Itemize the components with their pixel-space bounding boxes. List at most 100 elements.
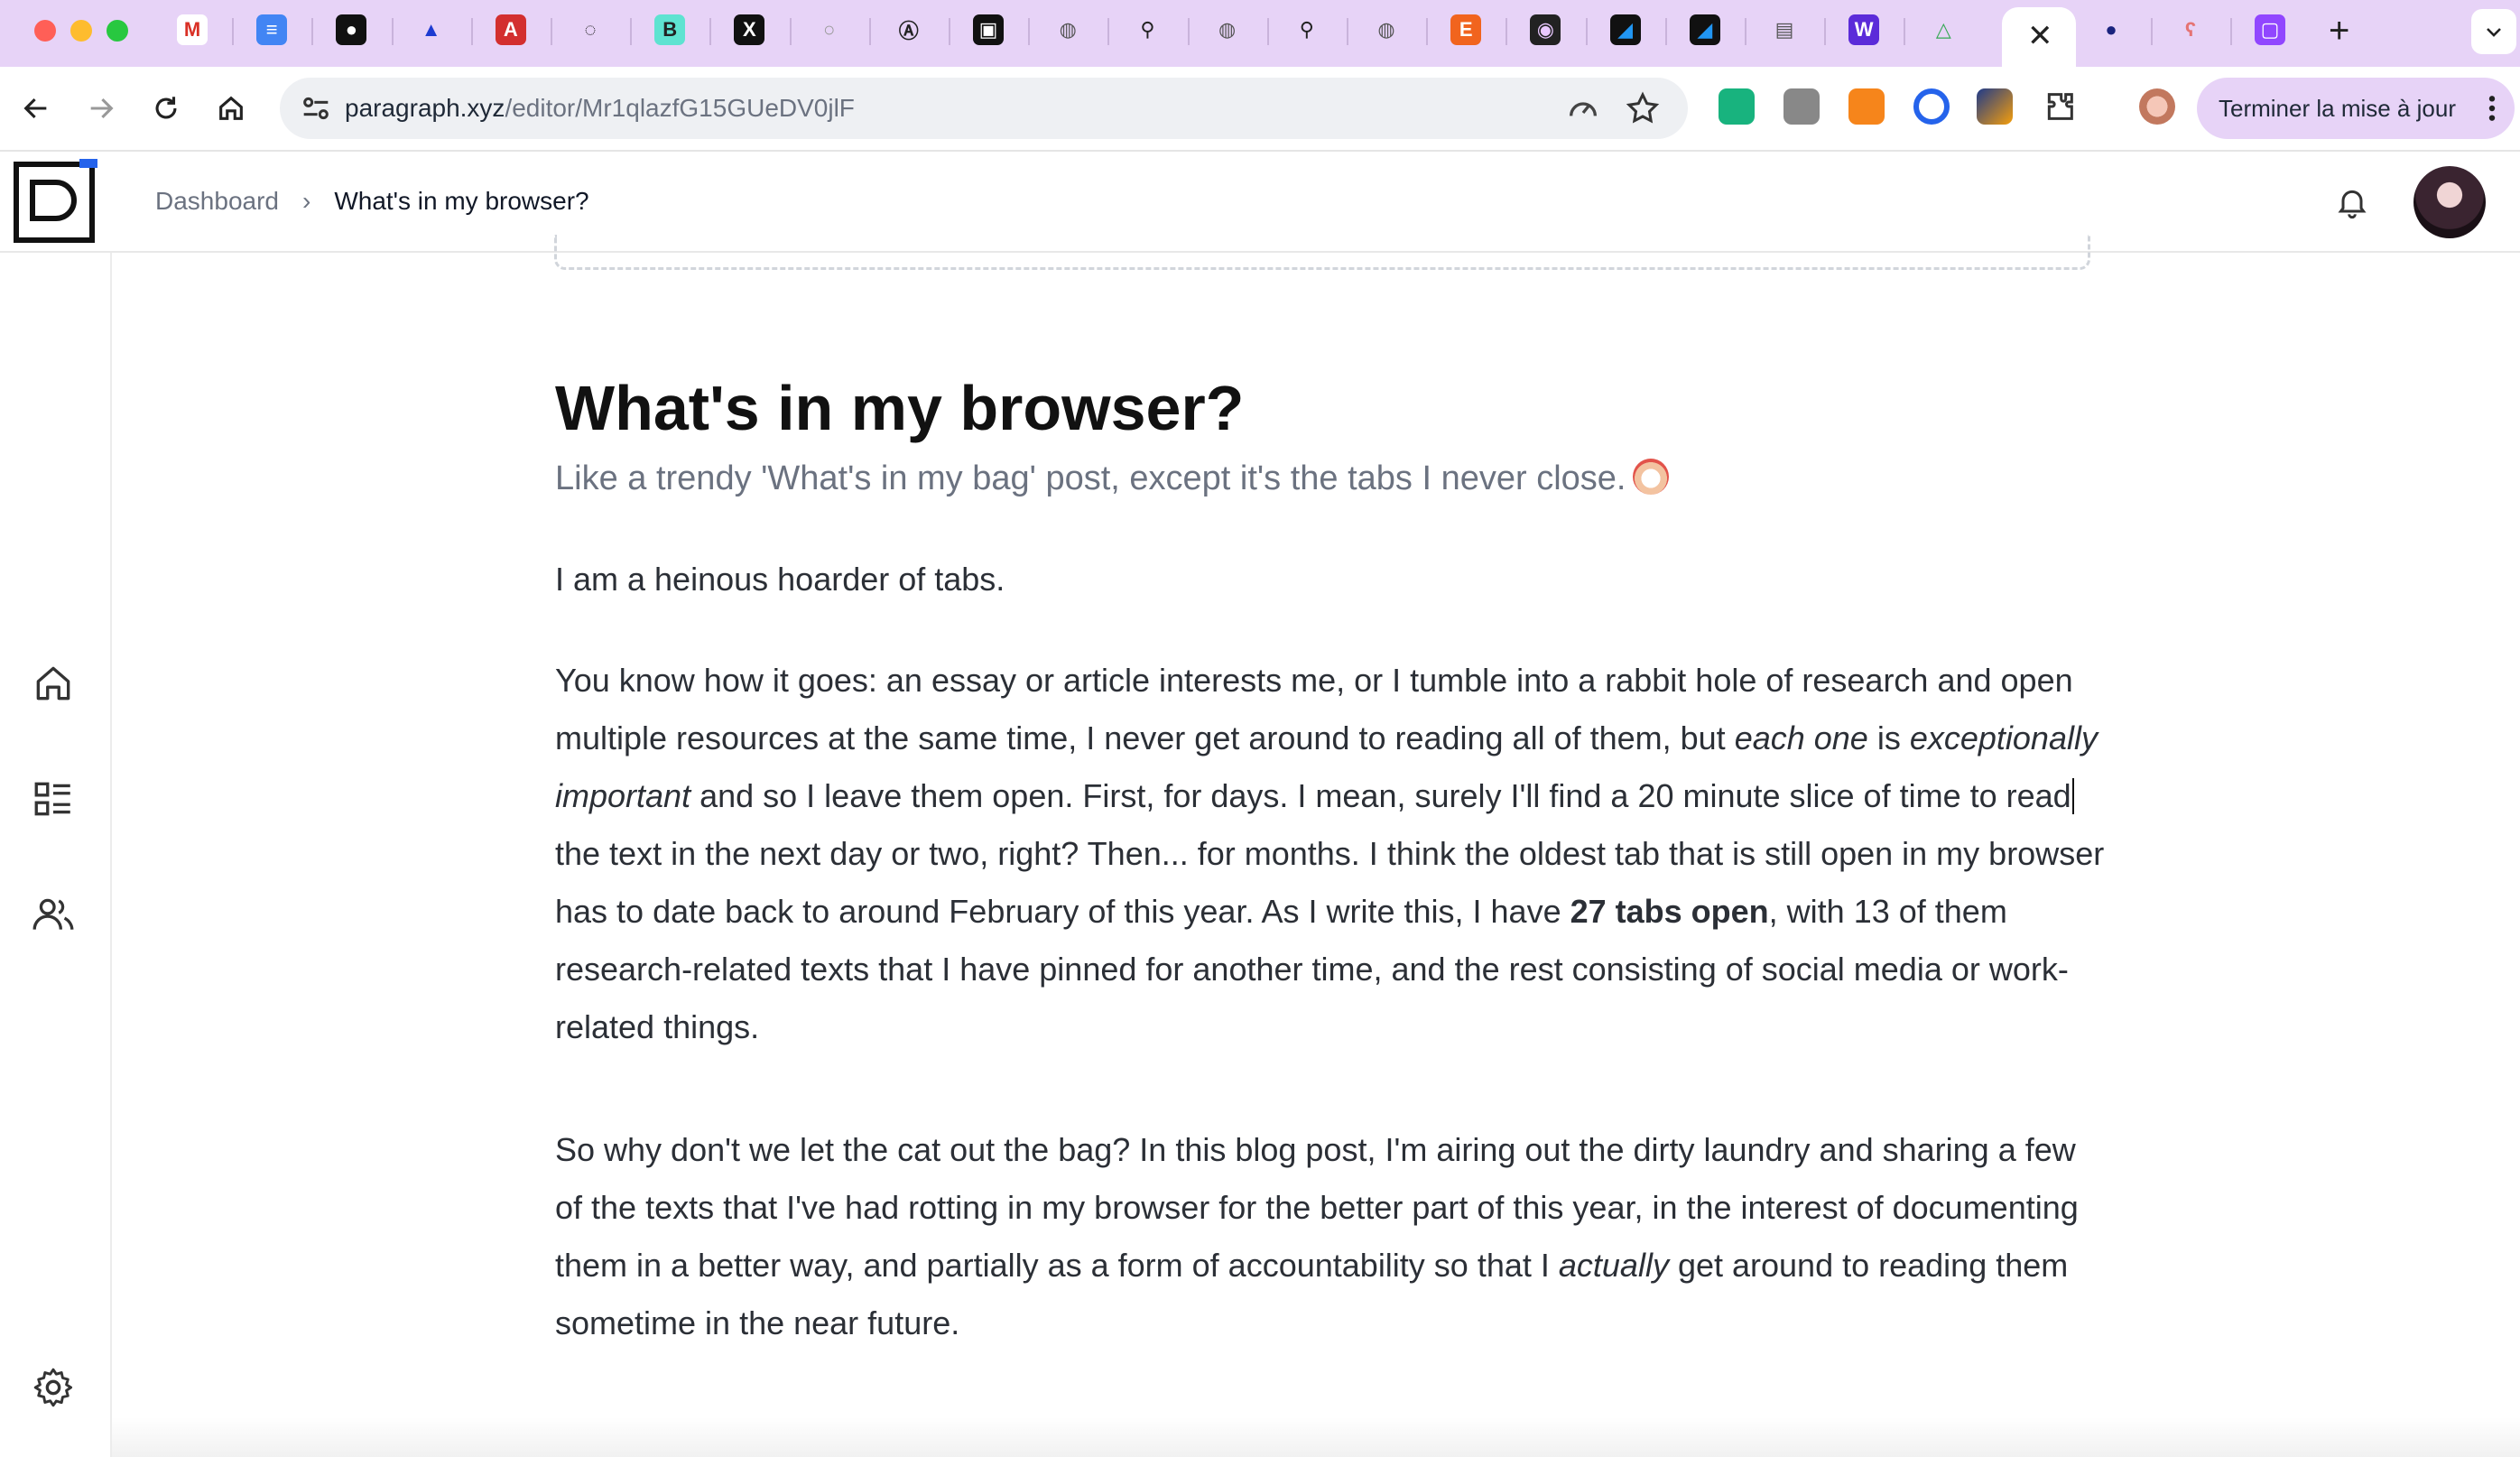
ear-app-icon[interactable]: ʕ xyxy=(2175,14,2206,45)
google-drive-icon[interactable]: △ xyxy=(1928,14,1959,45)
arrow-right-icon xyxy=(90,97,114,119)
x-twitter-icon[interactable]: X xyxy=(734,14,765,45)
profile-avatar-icon[interactable] xyxy=(2139,88,2175,125)
post-title[interactable]: What's in my browser? xyxy=(555,370,1244,446)
google-docs-icon[interactable]: ≡ xyxy=(256,14,288,45)
home-icon[interactable] xyxy=(31,661,76,706)
globe-icon[interactable]: ◍ xyxy=(1052,14,1084,45)
paragraph-2[interactable]: You know how it goes: an essay or articl… xyxy=(555,652,2108,1056)
p3-emphasis-actually: actually xyxy=(1558,1247,1669,1284)
maximize-window-button[interactable] xyxy=(107,20,128,42)
bottom-shadow xyxy=(112,1417,2520,1457)
substack-icon[interactable]: ● xyxy=(336,14,367,45)
finish-update-label: Terminer la mise à jour xyxy=(2219,94,2456,122)
tab-divider xyxy=(709,18,712,45)
tab-divider xyxy=(1744,18,1746,45)
paragraph-1[interactable]: I am a heinous hoarder of tabs. xyxy=(555,551,2108,608)
home-button[interactable] xyxy=(209,87,253,130)
zora-blue-icon[interactable]: ◢ xyxy=(1609,14,1641,45)
tab-divider xyxy=(391,18,394,45)
link-tool-icon[interactable]: ⚲ xyxy=(1132,14,1163,45)
settings-gear-icon[interactable] xyxy=(31,1365,76,1410)
tab-divider xyxy=(1187,18,1190,45)
url-host: paragraph.xyz xyxy=(345,94,505,122)
bookmark-star-icon[interactable] xyxy=(1625,90,1661,126)
p2-emphasis-each-one: each one xyxy=(1734,719,1868,756)
paragraph-logo-icon[interactable] xyxy=(11,159,97,246)
metamask-extension-icon[interactable] xyxy=(1848,88,1885,125)
tab-divider xyxy=(1585,18,1588,45)
p2-bold-tabs-open: 27 tabs open xyxy=(1570,893,1769,930)
user-avatar[interactable] xyxy=(2413,166,2486,238)
more-vertical-icon xyxy=(2488,96,2496,121)
breadcrumb-current-page: What's in my browser? xyxy=(334,187,589,215)
cover-image-dropzone[interactable] xyxy=(554,235,2090,270)
puzzle-app-extension-icon[interactable] xyxy=(1783,88,1820,125)
tab-divider xyxy=(2151,18,2153,45)
globe-icon[interactable]: ◍ xyxy=(1371,14,1402,45)
paragraph-3[interactable]: So why don't we let the cat out the bag?… xyxy=(555,1121,2108,1352)
breadcrumb-dashboard-link[interactable]: Dashboard xyxy=(155,187,279,215)
tab-divider xyxy=(1346,18,1348,45)
post-editor[interactable]: What's in my browser? Like a trendy 'Wha… xyxy=(112,235,2520,1457)
browser-tab-strip: M ≡ ● ▲ A ◌ B X ○ Ⓐ ▣ ◍ ⚲ ◍ ⚲ ◍ E ◉ ◢ ◢ ▤ W △ ✕ ● ʕ ▢ + xyxy=(0,0,2520,67)
w-app-icon[interactable]: W xyxy=(1848,14,1880,45)
arrow-left-icon xyxy=(23,97,47,119)
p2-text-b: is xyxy=(1867,719,1910,756)
beehiiv-icon[interactable]: B xyxy=(654,14,686,45)
orb-app-icon[interactable]: ◉ xyxy=(1530,14,1561,45)
extensions-puzzle-icon[interactable] xyxy=(2042,88,2078,125)
tab-divider xyxy=(868,18,871,45)
tab-divider xyxy=(1664,18,1667,45)
notification-bell-icon[interactable] xyxy=(2334,184,2370,220)
close-window-button[interactable] xyxy=(34,20,56,42)
reload-button[interactable] xyxy=(144,87,188,130)
tab-search-button[interactable] xyxy=(2471,9,2516,54)
a-circle-icon[interactable]: Ⓐ xyxy=(893,14,924,45)
tab-divider xyxy=(1824,18,1827,45)
minimize-window-button[interactable] xyxy=(70,20,92,42)
tab-divider xyxy=(311,18,314,45)
books-icon[interactable]: ▤ xyxy=(1769,14,1800,45)
reload-icon xyxy=(155,97,177,119)
clown-emoji-icon xyxy=(1633,459,1670,495)
pdf-icon[interactable]: A xyxy=(495,14,526,45)
new-tab-button[interactable]: + xyxy=(2329,11,2349,51)
tab-divider xyxy=(550,18,552,45)
text-cursor xyxy=(2071,778,2074,814)
forward-button[interactable] xyxy=(79,87,123,130)
color-extension-icon[interactable] xyxy=(1977,88,2013,125)
twitch-icon[interactable]: ▢ xyxy=(2255,14,2285,45)
performance-gauge-icon[interactable] xyxy=(1565,90,1601,126)
active-tab[interactable]: ✕ xyxy=(2002,7,2076,67)
tab-divider xyxy=(1426,18,1429,45)
finish-update-button[interactable]: Terminer la mise à jour xyxy=(2197,78,2515,139)
posts-list-icon[interactable] xyxy=(31,776,76,821)
triangle-app-icon[interactable]: ▲ xyxy=(415,14,447,45)
tab-divider xyxy=(1904,18,1906,45)
subscribers-users-icon[interactable] xyxy=(31,892,76,937)
tab-divider xyxy=(2230,18,2232,45)
blank-page-icon[interactable]: ○ xyxy=(813,14,845,45)
address-bar[interactable]: paragraph.xyz/editor/Mr1qlazfG15GUeDV0jl… xyxy=(280,78,1688,139)
url-text[interactable]: paragraph.xyz/editor/Mr1qlazfG15GUeDV0jl… xyxy=(345,78,855,139)
tab-divider xyxy=(630,18,633,45)
grammar-extension-icon[interactable] xyxy=(1719,88,1755,125)
dark-globe-icon[interactable]: ● xyxy=(2096,14,2126,45)
zora-blue-icon[interactable]: ◢ xyxy=(1689,14,1720,45)
sidebar xyxy=(0,253,112,1457)
back-button[interactable] xyxy=(14,87,58,130)
game-controller-icon[interactable]: ▣ xyxy=(973,14,1004,45)
tab-divider xyxy=(1506,18,1508,45)
loading-spinner-icon[interactable]: ◌ xyxy=(575,14,606,45)
link-tool-icon[interactable]: ⚲ xyxy=(1291,14,1322,45)
url-path: /editor/Mr1qlazfG15GUeDV0jlF xyxy=(505,94,855,122)
ring-extension-icon[interactable] xyxy=(1913,88,1950,125)
post-subtitle[interactable]: Like a trendy 'What's in my bag' post, e… xyxy=(555,459,1670,498)
close-tab-icon[interactable]: ✕ xyxy=(2027,18,2053,54)
site-settings-icon[interactable] xyxy=(298,90,334,126)
gmail-icon[interactable]: M xyxy=(177,14,208,45)
tab-divider xyxy=(948,18,950,45)
globe-icon[interactable]: ◍ xyxy=(1211,14,1243,45)
etsy-icon[interactable]: E xyxy=(1450,14,1482,45)
